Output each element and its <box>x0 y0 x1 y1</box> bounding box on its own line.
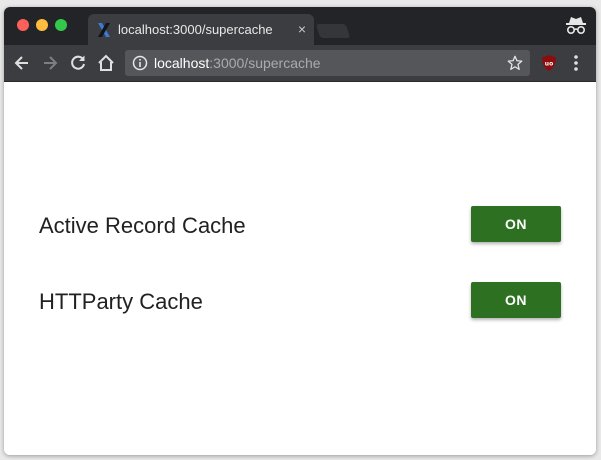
tab-title: localhost:3000/supercache <box>118 22 273 37</box>
page-content: Active Record Cache ON HTTParty Cache ON <box>4 82 596 455</box>
url-text[interactable]: localhost:3000/supercache <box>154 55 321 71</box>
setting-row-active-record: Active Record Cache ON <box>4 206 596 246</box>
menu-icon[interactable] <box>569 53 583 73</box>
active-record-cache-toggle-button[interactable]: ON <box>471 206 561 242</box>
minimize-window-icon[interactable] <box>36 19 48 31</box>
browser-window: localhost:3000/supercache × localhost:30… <box>4 7 596 455</box>
info-icon[interactable] <box>132 55 148 71</box>
setting-label-httparty: HTTParty Cache <box>39 289 203 314</box>
tab-close-icon[interactable]: × <box>298 20 306 38</box>
back-icon[interactable] <box>12 53 32 73</box>
svg-text:uo: uo <box>545 61 553 68</box>
title-bar: localhost:3000/supercache × <box>4 7 596 45</box>
star-icon[interactable] <box>506 54 524 72</box>
setting-row-httparty: HTTParty Cache ON <box>4 282 596 322</box>
favicon-icon <box>98 23 110 37</box>
incognito-icon <box>566 17 586 35</box>
forward-icon[interactable] <box>40 53 60 73</box>
url-path: :3000/supercache <box>209 55 321 71</box>
setting-label-active-record: Active Record Cache <box>39 213 246 238</box>
browser-toolbar: localhost:3000/supercache uo <box>4 45 596 82</box>
address-bar[interactable]: localhost:3000/supercache <box>125 50 530 76</box>
maximize-window-icon[interactable] <box>55 19 67 31</box>
httparty-cache-toggle-button[interactable]: ON <box>471 282 561 318</box>
browser-tab[interactable]: localhost:3000/supercache × <box>88 14 314 45</box>
home-icon[interactable] <box>96 53 116 73</box>
close-window-icon[interactable] <box>17 19 29 31</box>
url-host: localhost <box>154 55 210 71</box>
new-tab-button[interactable] <box>315 24 351 38</box>
reload-icon[interactable] <box>68 53 88 73</box>
ublock-icon[interactable]: uo <box>540 54 558 72</box>
